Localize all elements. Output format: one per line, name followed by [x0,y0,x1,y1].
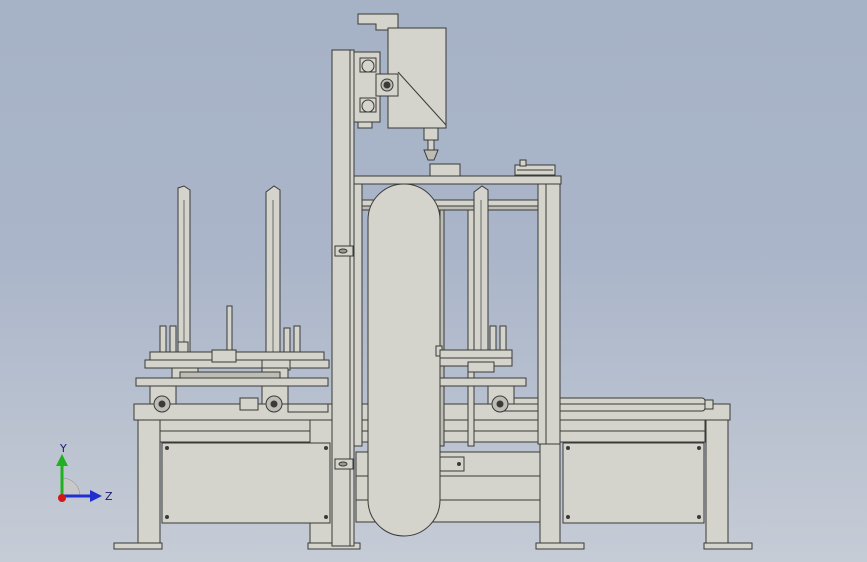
y-axis-arrow-icon [56,454,68,466]
belt-conveyor [361,183,443,537]
z-axis-label: Z [105,490,113,503]
z-axis-arrow-icon [90,490,102,502]
platforms [135,349,527,387]
triad-plane-shading [61,477,81,497]
coordinate-triad: Y Z [56,442,113,503]
right-roller [499,397,714,412]
x-axis-dot-icon [58,494,66,502]
spindle-head [353,13,447,161]
cad-viewport[interactable] [0,0,867,562]
machine-assembly [113,13,753,550]
y-axis-label: Y [59,442,67,455]
main-column [331,49,355,547]
